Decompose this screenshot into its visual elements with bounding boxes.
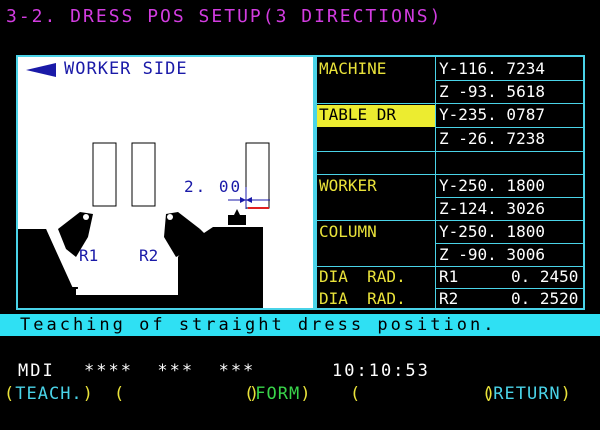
left-arrow-icon (26, 63, 56, 77)
wheel-r2-center (167, 214, 173, 220)
softkey-return[interactable]: (RETURN) (482, 384, 572, 404)
table-dr-z-value[interactable]: Z -26. 7238 (439, 129, 545, 148)
message-text: Teaching of straight dress position. (20, 315, 497, 335)
softkey-2[interactable]: ( ) (114, 384, 260, 404)
machine-z-value[interactable]: Z -93. 5618 (439, 82, 545, 101)
dia-rad-label-1: DIA RAD. (319, 267, 406, 286)
status-mode: MDI (18, 361, 55, 381)
dia-rad-label-2: DIA RAD. (319, 289, 406, 308)
column-y-value[interactable]: Y-250. 1800 (439, 222, 545, 241)
machine-diagram (18, 63, 270, 308)
dress-diagram-panel: WORKER SIDE 2. 00 R1 R2 (16, 55, 315, 310)
softkey-teach[interactable]: (TEACH.) (4, 384, 94, 404)
screen-title: 3-2. DRESS POS SETUP(3 DIRECTIONS) (6, 6, 443, 27)
tool-tip (234, 209, 240, 215)
worker-z-value[interactable]: Z-124. 3026 (439, 199, 545, 218)
table-dr-y-value[interactable]: Y-235. 0787 (439, 105, 545, 124)
softkey-form[interactable]: (FORM) (244, 384, 311, 404)
status-fields: **** *** *** (84, 361, 256, 381)
dresser-column-right (131, 142, 156, 207)
softkey-4[interactable]: ( ) (350, 384, 496, 404)
dimension-arrow-left-icon (240, 197, 246, 203)
wheel-r1-center (83, 214, 89, 220)
column-z-value[interactable]: Z -90. 3006 (439, 245, 545, 264)
machine-y-value[interactable]: Y-116. 7234 (439, 59, 545, 78)
dresser-column-tool (245, 142, 270, 209)
right-base-block (204, 227, 263, 308)
r1-label: R1 (79, 246, 99, 265)
row-label-machine: MACHINE (319, 59, 387, 78)
dimension-arrow-right-icon (246, 197, 252, 203)
dia-r1-key: R1 (439, 267, 459, 286)
status-time: 10:10:53 (332, 361, 430, 381)
dia-r2-value[interactable]: 0. 2520 (511, 289, 578, 308)
row-label-column: COLUMN (319, 222, 377, 241)
dia-r1-value[interactable]: 0. 2450 (511, 267, 578, 286)
worker-y-value[interactable]: Y-250. 1800 (439, 176, 545, 195)
dresser-column-left (92, 142, 117, 207)
worker-side-label: WORKER SIDE (64, 59, 188, 79)
row-label-worker: WORKER (319, 176, 377, 195)
position-table: MACHINE Y-116. 7234 Z -93. 5618 TABLE DR… (315, 55, 585, 310)
r2-label: R2 (139, 246, 159, 265)
dia-r2-key: R2 (439, 289, 459, 308)
row-label-table-dr[interactable]: TABLE DR (317, 105, 435, 127)
tool-holder (228, 215, 246, 225)
dimension-value: 2. 00 (184, 177, 243, 196)
